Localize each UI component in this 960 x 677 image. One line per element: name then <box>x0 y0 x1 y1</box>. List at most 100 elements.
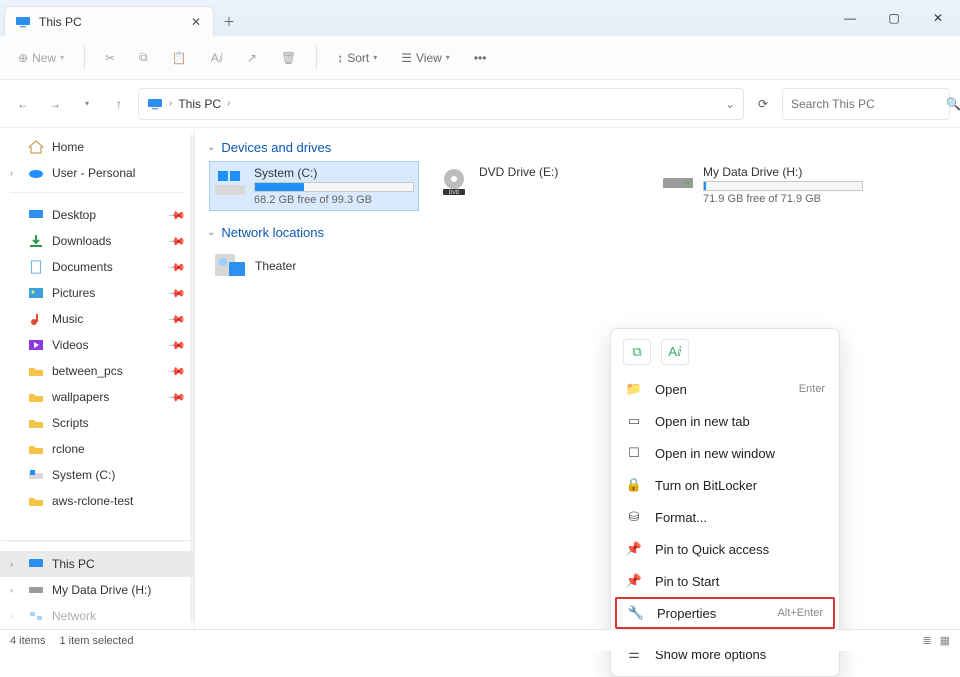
folder-icon <box>28 442 44 456</box>
window-icon: ☐ <box>625 445 643 461</box>
folder-icon <box>28 416 44 430</box>
status-bar: 4 items 1 item selected ≣ ▦ <box>0 629 960 651</box>
cut-button[interactable]: ✂ <box>97 43 123 73</box>
section-network[interactable]: ⌄ Network locations <box>207 225 946 240</box>
ctx-open-new-window[interactable]: ☐ Open in new window <box>615 437 835 469</box>
sidebar-item-downloads[interactable]: Downloads📌 <box>0 228 194 254</box>
new-button[interactable]: ⊕ New ▾ <box>10 43 72 73</box>
sidebar-item-folder[interactable]: rclone <box>0 436 194 462</box>
document-icon <box>28 260 44 274</box>
sidebar-item-label: wallpapers <box>52 390 109 404</box>
drive-dvd[interactable]: DVD DVD Drive (E:) <box>433 161 643 211</box>
pin-icon: 📌 <box>168 310 187 329</box>
ctx-pin-quick[interactable]: 📌Pin to Quick access <box>615 533 835 565</box>
main-area: Home › User - Personal Desktop📌 Download… <box>0 128 960 629</box>
sidebar-item-music[interactable]: Music📌 <box>0 306 194 332</box>
desktop-icon <box>28 208 44 222</box>
paste-button[interactable]: 📋 <box>164 43 195 73</box>
search-box[interactable]: 🔍 <box>782 88 950 120</box>
sidebar-item-folder[interactable]: aws-rclone-test <box>0 488 194 514</box>
rename-button[interactable]: Aⅈ <box>203 43 231 73</box>
search-input[interactable] <box>791 97 946 111</box>
pin-icon: 📌 <box>168 206 187 225</box>
new-tab-button[interactable]: ＋ <box>214 6 244 36</box>
copy-button[interactable]: ⧉ <box>623 339 651 365</box>
ctx-open-new-tab[interactable]: ▭Open in new tab <box>615 405 835 437</box>
chevron-right-icon: › <box>10 168 13 178</box>
capacity-bar <box>703 181 863 191</box>
copy-icon: ⧉ <box>632 344 641 360</box>
sidebar-item-data-drive[interactable]: › My Data Drive (H:) <box>0 577 194 603</box>
sidebar-item-label: Videos <box>52 338 88 352</box>
ctx-format[interactable]: ⛁Format... <box>615 501 835 533</box>
pin-icon: 📌 <box>168 336 187 355</box>
address-bar[interactable]: › This PC › ⌄ <box>138 88 744 120</box>
sidebar-item-desktop[interactable]: Desktop📌 <box>0 202 194 228</box>
drive-system-c[interactable]: System (C:) 68.2 GB free of 99.3 GB <box>209 161 419 211</box>
scissors-icon: ✂ <box>105 51 115 65</box>
sidebar-item-folder[interactable]: wallpapers 📌 <box>0 384 194 410</box>
copy-icon: ⧉ <box>139 50 148 65</box>
trash-icon: 🗑 <box>281 51 296 65</box>
search-icon: 🔍 <box>946 97 960 111</box>
ctx-label: Pin to Start <box>655 574 719 589</box>
sidebar-item-label: Scripts <box>52 416 89 430</box>
rename-button[interactable]: Aⅈ <box>661 339 689 365</box>
music-icon <box>28 312 44 326</box>
new-label: New <box>32 51 56 65</box>
breadcrumb-this-pc[interactable]: This PC <box>178 97 221 111</box>
ctx-pin-start[interactable]: 📌Pin to Start <box>615 565 835 597</box>
tab-icon: ▭ <box>625 413 643 429</box>
capacity-bar <box>254 182 414 192</box>
drive-free-text: 71.9 GB free of 71.9 GB <box>703 193 863 205</box>
tab-this-pc[interactable]: This PC ✕ <box>4 6 214 36</box>
sidebar-item-user[interactable]: › User - Personal <box>0 160 194 186</box>
close-icon[interactable]: ✕ <box>189 15 203 29</box>
chevron-down-icon[interactable]: ⌄ <box>725 97 735 111</box>
details-view-button[interactable]: ≣ <box>922 634 931 647</box>
minimize-button[interactable]: — <box>828 0 872 36</box>
sidebar-item-pictures[interactable]: Pictures📌 <box>0 280 194 306</box>
ctx-bitlocker[interactable]: 🔒Turn on BitLocker <box>615 469 835 501</box>
ctx-label: Pin to Quick access <box>655 542 769 557</box>
sidebar-item-documents[interactable]: Documents📌 <box>0 254 194 280</box>
section-devices[interactable]: ⌄ Devices and drives <box>207 140 946 155</box>
ctx-properties[interactable]: 🔧PropertiesAlt+Enter <box>615 597 835 629</box>
sort-label: Sort <box>347 51 369 65</box>
up-button[interactable]: ↑ <box>106 91 132 117</box>
share-button[interactable]: ↗ <box>239 43 265 73</box>
forward-button[interactable]: → <box>42 91 68 117</box>
sidebar-item-folder[interactable]: between_pcs📌 <box>0 358 194 384</box>
refresh-button[interactable]: ⟳ <box>750 91 776 117</box>
sidebar-item-this-pc[interactable]: › This PC <box>0 551 194 577</box>
ctx-label: Open in new window <box>655 446 775 461</box>
pin-icon: 📌 <box>168 388 187 407</box>
sidebar-item-system-c[interactable]: System (C:) <box>0 462 194 488</box>
chevron-right-icon: › <box>10 585 13 595</box>
network-location[interactable]: Theater <box>209 246 946 286</box>
drive-data-h[interactable]: My Data Drive (H:) 71.9 GB free of 71.9 … <box>657 161 867 211</box>
sidebar-item-label: Downloads <box>52 234 111 248</box>
close-window-button[interactable]: ✕ <box>916 0 960 36</box>
sidebar-item-home[interactable]: Home <box>0 134 194 160</box>
tiles-view-button[interactable]: ▦ <box>940 634 950 647</box>
ellipsis-icon: ••• <box>474 51 487 65</box>
view-label: View <box>416 51 442 65</box>
cloud-icon <box>28 166 44 180</box>
section-title: Network locations <box>221 225 324 240</box>
sort-button[interactable]: ↕ Sort ▾ <box>329 43 385 73</box>
sidebar-item-label: Network <box>52 609 96 623</box>
sidebar-item-folder[interactable]: Scripts <box>0 410 194 436</box>
ctx-open[interactable]: 📁OpenEnter <box>615 373 835 405</box>
copy-button[interactable]: ⧉ <box>131 43 156 73</box>
sidebar-item-videos[interactable]: Videos 📌 <box>0 332 194 358</box>
pc-icon <box>15 16 31 28</box>
maximize-button[interactable]: ▢ <box>872 0 916 36</box>
back-button[interactable]: ← <box>10 91 36 117</box>
sidebar-item-network[interactable]: › Network <box>0 603 194 629</box>
more-button[interactable]: ••• <box>466 43 495 73</box>
view-button[interactable]: ☰ View ▾ <box>393 43 458 73</box>
recent-dropdown[interactable]: ▾ <box>74 91 100 117</box>
delete-button[interactable]: 🗑 <box>273 43 304 73</box>
command-bar: ⊕ New ▾ ✂ ⧉ 📋 Aⅈ ↗ 🗑 ↕ Sort ▾ ☰ View ▾ •… <box>0 36 960 80</box>
